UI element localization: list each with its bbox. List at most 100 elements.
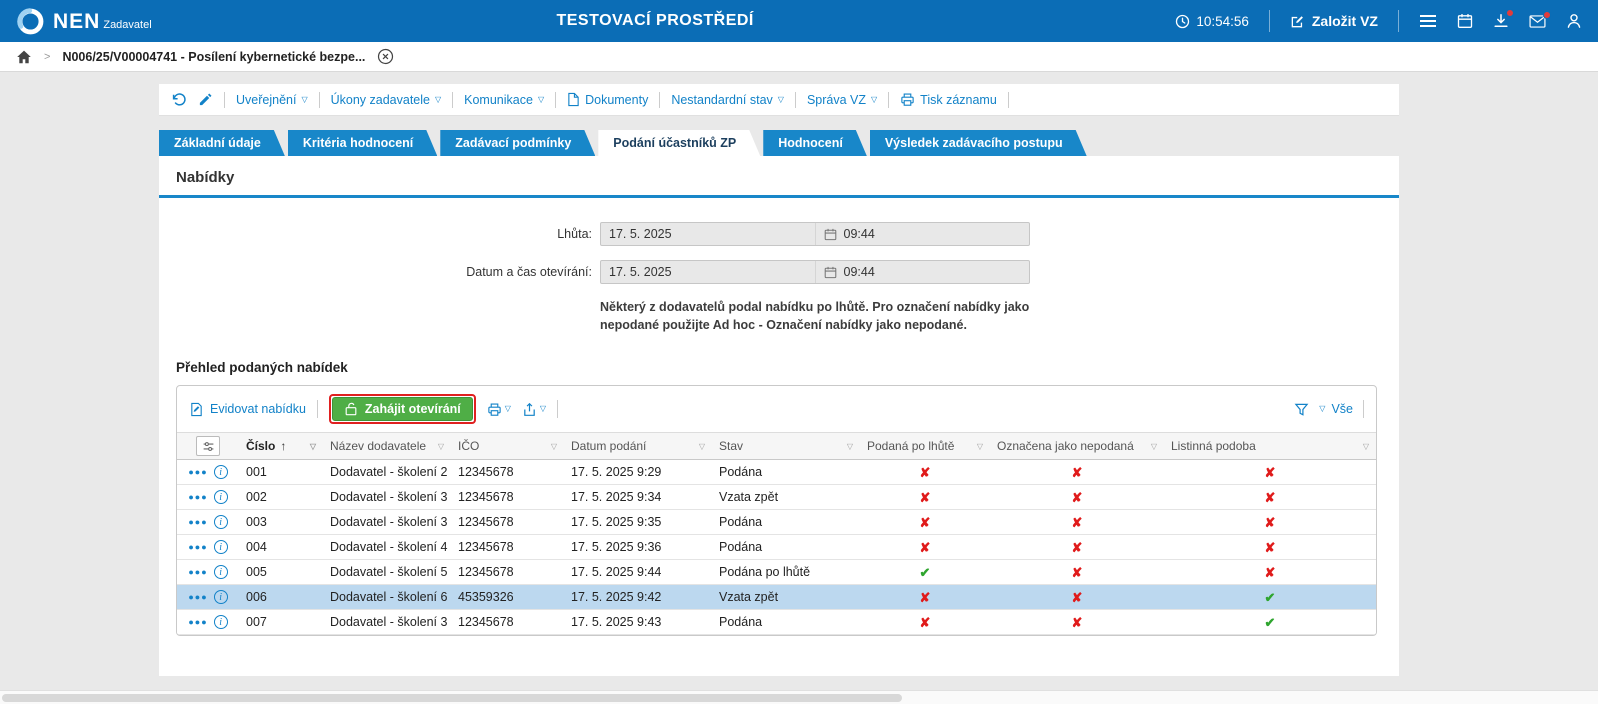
start-opening-button[interactable]: Zahájit otevírání <box>331 397 473 422</box>
filter-preset-select[interactable]: ▽ Vše <box>1319 402 1353 416</box>
print-table-button[interactable]: ▽ <box>487 402 511 417</box>
home-icon[interactable] <box>16 49 32 65</box>
column-filter-icon[interactable]: ▽ <box>1151 442 1157 451</box>
table-row[interactable]: ●●● i 005 Dodavatel - školení 5 12345678… <box>177 560 1376 586</box>
info-icon[interactable]: i <box>213 515 228 530</box>
cell-submitted: 17. 5. 2025 9:35 <box>571 515 662 530</box>
mail-icon[interactable] <box>1529 10 1551 28</box>
table-row[interactable]: ●●● i 003 Dodavatel - školení 3 12345678… <box>177 510 1376 536</box>
cell-ico: 12345678 <box>458 565 514 580</box>
column-filter-icon[interactable]: ▽ <box>847 442 853 451</box>
cell-status: Vzata zpět <box>719 490 779 505</box>
register-offer-button[interactable]: Evidovat nabídku <box>189 402 306 417</box>
calendar-icon[interactable] <box>1457 13 1473 29</box>
close-record-icon[interactable] <box>377 48 394 65</box>
user-icon[interactable] <box>1566 13 1582 29</box>
table-row[interactable]: ●●● i 006 Dodavatel - školení 6 45359326… <box>177 585 1376 611</box>
create-vz-button[interactable]: Založit VZ <box>1290 13 1378 29</box>
column-filter-icon[interactable]: ▽ <box>310 442 316 451</box>
info-icon[interactable]: i <box>213 490 228 505</box>
info-icon[interactable]: i <box>213 615 228 630</box>
cell-number: 003 <box>246 515 267 530</box>
cell-number: 002 <box>246 490 267 505</box>
toolbar-item-sprava-vz[interactable]: Správa VZ ▽ <box>807 93 877 107</box>
cell-status: Podána <box>719 615 763 630</box>
column-header-listinna-podoba[interactable]: Listinná podoba ▽ <box>1164 433 1376 459</box>
row-menu-icon[interactable]: ●●● <box>188 617 207 627</box>
row-menu-icon[interactable]: ●●● <box>188 567 207 577</box>
info-icon[interactable]: i <box>213 590 228 605</box>
calendar-icon <box>824 266 837 279</box>
cell-number: 004 <box>246 540 267 555</box>
toolbar-item-uverejneni[interactable]: Uveřejnění ▽ <box>236 93 308 107</box>
toolbar-item-ukony-zadavatele[interactable]: Úkony zadavatele ▽ <box>331 93 442 107</box>
info-icon[interactable]: i <box>213 465 228 480</box>
menu-icon[interactable] <box>1419 14 1437 28</box>
offers-table-toolbar: Evidovat nabídku Zahájit otevírání ▽ ▽ ▽… <box>177 386 1376 432</box>
deadline-date-input[interactable]: 17. 5. 2025 <box>601 227 815 241</box>
toolbar-item-nestandardni-stav[interactable]: Nestandardní stav ▽ <box>671 93 784 107</box>
column-header-nazev-dodavatele[interactable]: Název dodavatele ▽ <box>323 433 451 459</box>
sort-asc-icon: ↑ <box>280 439 287 454</box>
cell-submitted: 17. 5. 2025 9:36 <box>571 540 662 555</box>
opening-date-input[interactable]: 17. 5. 2025 <box>601 265 815 279</box>
tab-zadavaci-podminky[interactable]: Zadávací podmínky <box>440 130 595 156</box>
toolbar-item-tisk-zaznamu[interactable]: Tisk záznamu <box>900 92 997 107</box>
column-filter-icon[interactable]: ▽ <box>1363 442 1369 451</box>
downloads-icon[interactable] <box>1493 9 1514 29</box>
not-submitted-mark-icon: ✘ <box>1071 614 1083 630</box>
column-header-stav[interactable]: Stav ▽ <box>712 433 860 459</box>
column-header-ico[interactable]: IČO ▽ <box>451 433 564 459</box>
column-filter-icon[interactable]: ▽ <box>699 442 705 451</box>
cell-supplier: Dodavatel - školení 3 <box>330 615 448 630</box>
column-header-podana-po-lhute[interactable]: Podaná po lhůtě ▽ <box>860 433 990 459</box>
paper-form-mark-icon: ✘ <box>1264 489 1276 505</box>
column-header-cislo[interactable]: Číslo ↑ ▽ <box>239 433 323 459</box>
divider <box>224 91 225 108</box>
table-row[interactable]: ●●● i 002 Dodavatel - školení 3 12345678… <box>177 485 1376 511</box>
column-filter-icon[interactable]: ▽ <box>551 442 557 451</box>
row-menu-icon[interactable]: ●●● <box>188 542 207 552</box>
tab-vysledek-zadavaciho-postupu[interactable]: Výsledek zadávacího postupu <box>870 130 1087 156</box>
info-icon[interactable]: i <box>213 540 228 555</box>
column-filter-icon[interactable]: ▽ <box>438 442 444 451</box>
export-table-button[interactable]: ▽ <box>522 402 546 417</box>
tab-hodnoceni[interactable]: Hodnocení <box>763 130 867 156</box>
environment-title: TESTOVACÍ PROSTŘEDÍ <box>556 12 754 29</box>
horizontal-scrollbar[interactable] <box>0 690 1598 704</box>
history-icon[interactable] <box>171 92 187 108</box>
document-icon <box>567 92 580 107</box>
opening-time-input[interactable]: 09:44 <box>814 261 1030 283</box>
cell-number: 001 <box>246 465 267 480</box>
column-settings-button[interactable] <box>196 436 220 457</box>
row-menu-icon[interactable]: ●●● <box>188 467 207 477</box>
tab-podani-ucastniku-zp[interactable]: Podání účastníků ZP <box>598 130 760 156</box>
notification-badge <box>1506 9 1514 17</box>
column-header-datum-podani[interactable]: Datum podání ▽ <box>564 433 712 459</box>
table-row[interactable]: ●●● i 001 Dodavatel - školení 2 12345678… <box>177 460 1376 486</box>
cell-submitted: 17. 5. 2025 9:44 <box>571 565 662 580</box>
deadline-time-input[interactable]: 09:44 <box>814 223 1030 245</box>
column-header-oznacena-jako-nepodana[interactable]: Označena jako nepodaná ▽ <box>990 433 1164 459</box>
offers-table-header: Číslo ↑ ▽ Název dodavatele ▽ IČO ▽ Datum… <box>177 432 1376 461</box>
tab-zakladni-udaje[interactable]: Základní údaje <box>159 130 285 156</box>
divider <box>888 91 890 108</box>
toolbar-item-komunikace[interactable]: Komunikace ▽ <box>464 93 544 107</box>
divider <box>1268 10 1270 32</box>
row-menu-icon[interactable]: ●●● <box>188 592 207 602</box>
toolbar-item-dokumenty[interactable]: Dokumenty <box>567 92 648 107</box>
info-icon[interactable]: i <box>213 565 228 580</box>
table-row[interactable]: ●●● i 007 Dodavatel - školení 3 12345678… <box>177 610 1376 636</box>
filter-icon[interactable] <box>1294 402 1309 417</box>
tab-kriteria-hodnoceni[interactable]: Kritéria hodnocení <box>288 130 437 156</box>
breadcrumb-record[interactable]: N006/25/V00004741 - Posílení kybernetick… <box>62 50 365 64</box>
edit-record-icon[interactable] <box>198 92 213 107</box>
row-menu-icon[interactable]: ●●● <box>188 492 207 502</box>
record-toolbar: Uveřejnění ▽ Úkony zadavatele ▽ Komunikace… <box>159 84 1399 116</box>
column-filter-icon[interactable]: ▽ <box>977 442 983 451</box>
table-row[interactable]: ●●● i 004 Dodavatel - školení 4 12345678… <box>177 535 1376 561</box>
scrollbar-thumb[interactable] <box>2 694 902 702</box>
late-offer-warning: Některý z dodavatelů podal nabídku po lh… <box>600 300 1030 333</box>
register-offer-icon <box>189 402 204 417</box>
row-menu-icon[interactable]: ●●● <box>188 517 207 527</box>
